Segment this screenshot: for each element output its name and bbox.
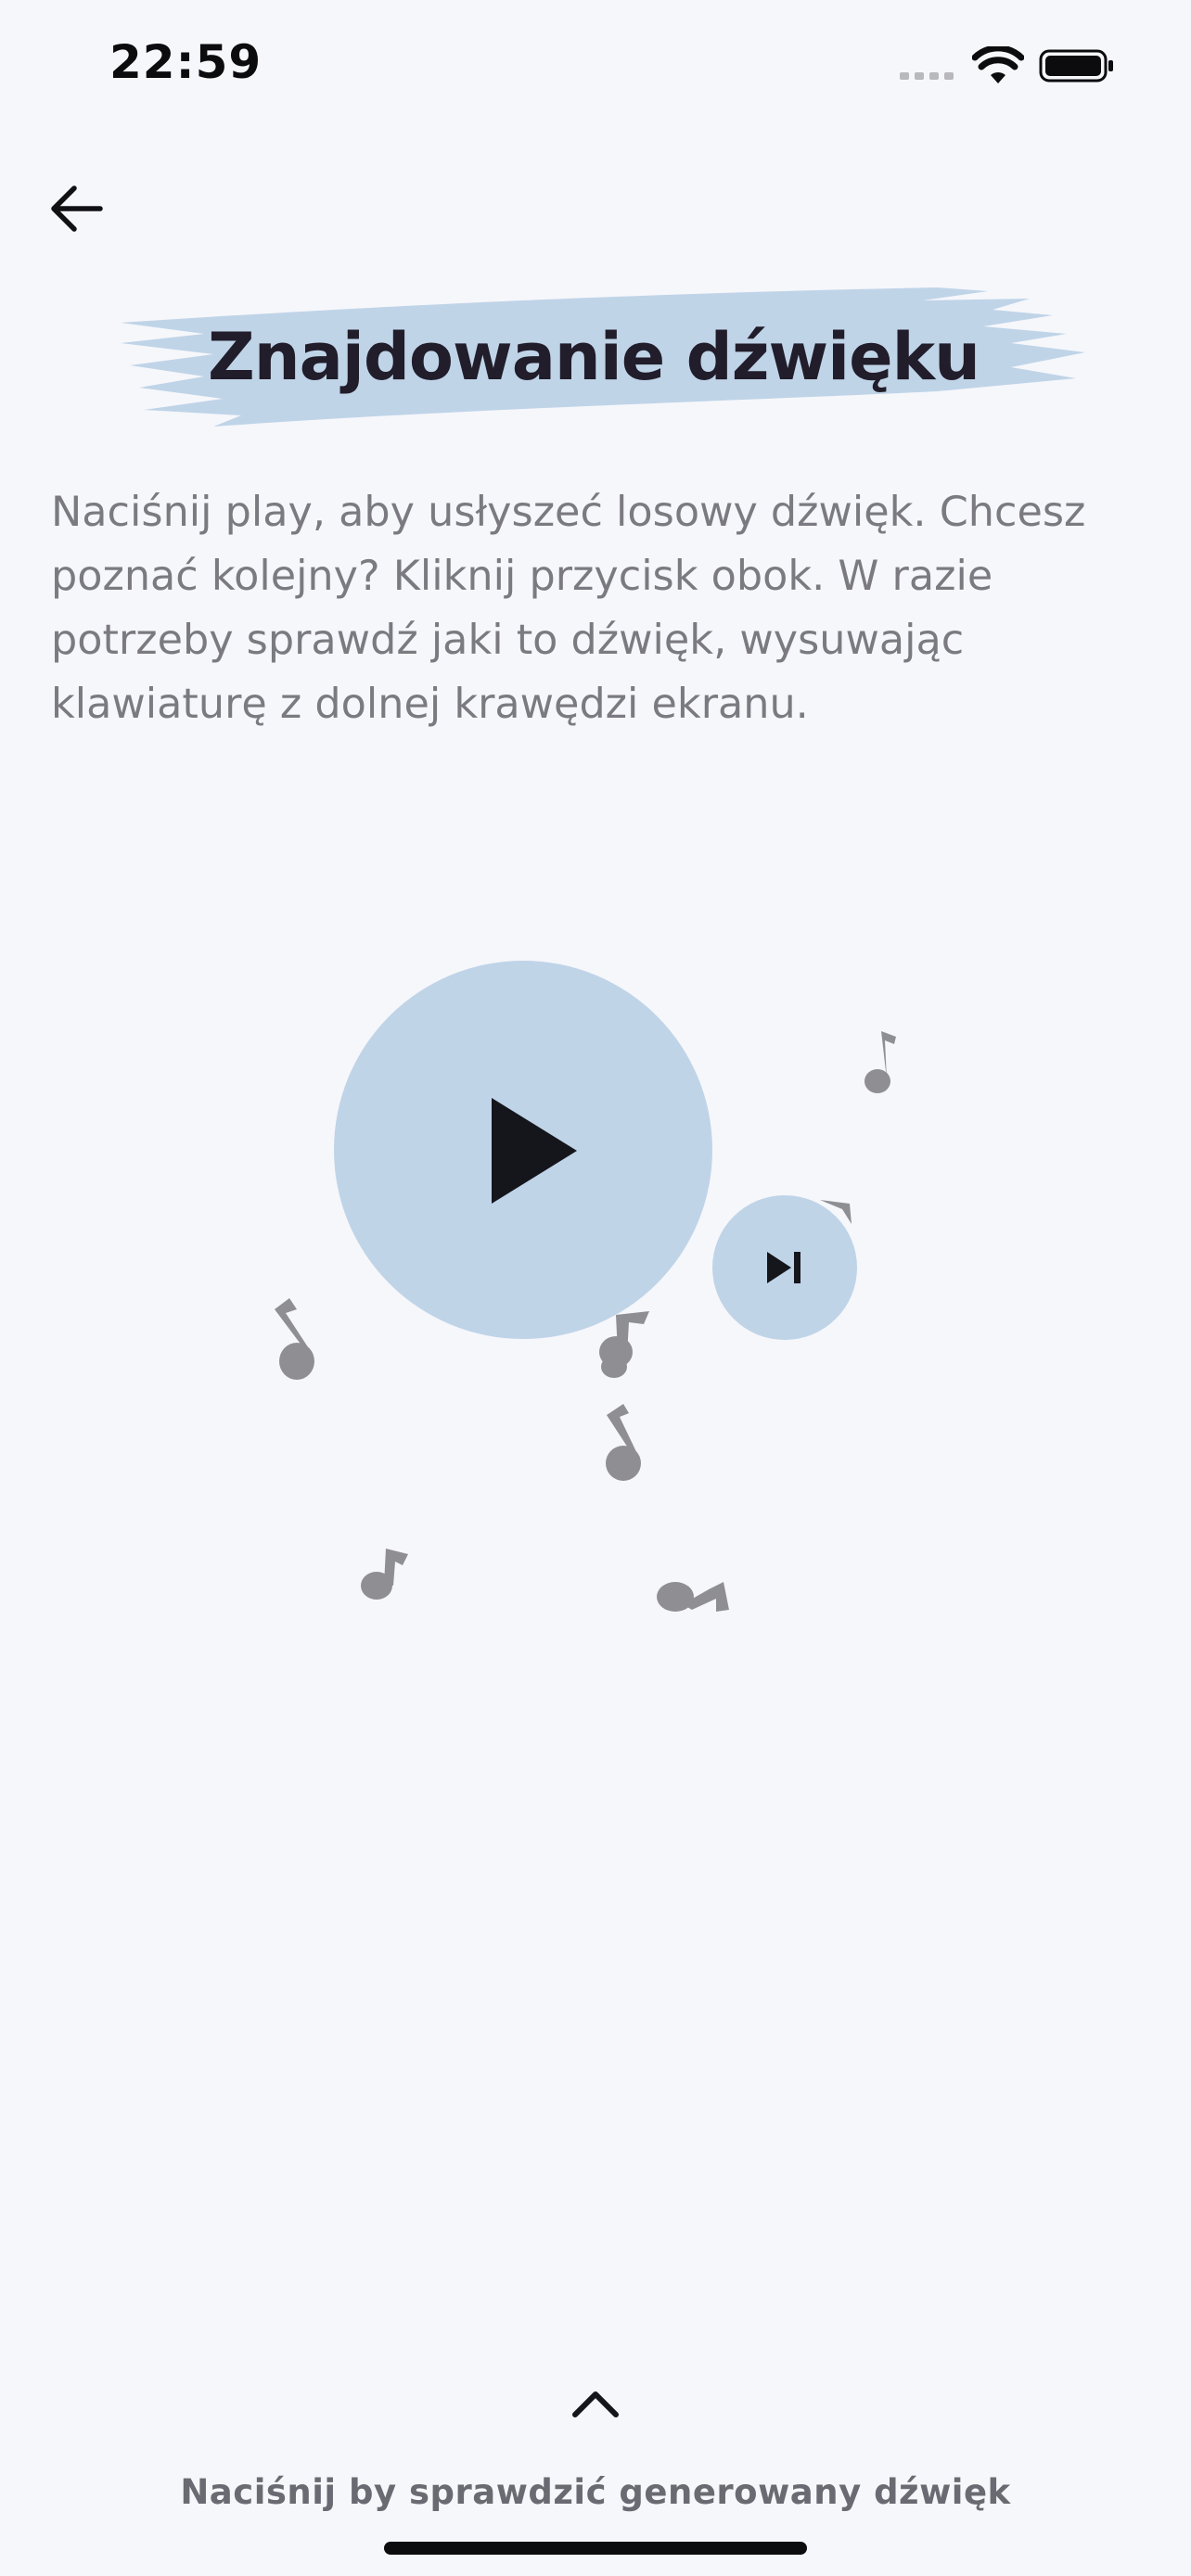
battery-icon (1039, 49, 1113, 83)
music-note-icon (655, 1573, 731, 1619)
music-note-icon (262, 1296, 323, 1382)
home-indicator[interactable] (384, 2542, 807, 2555)
next-sound-button[interactable] (712, 1195, 857, 1340)
arrow-left-icon (51, 185, 103, 232)
page-title-block: Znajdowanie dźwięku (102, 278, 1085, 436)
play-icon (492, 1098, 577, 1204)
instructions-text: Naciśnij play, aby usłyszeć losowy dźwię… (51, 489, 1086, 728)
back-button[interactable] (48, 181, 108, 236)
music-note-icon (358, 1545, 410, 1604)
cellular-signal-icon (900, 72, 954, 80)
wifi-icon (972, 46, 1024, 83)
music-note-icon (853, 1027, 900, 1098)
page-title: Znajdowanie dźwięku (208, 319, 980, 395)
chevron-up-icon[interactable] (570, 2387, 621, 2420)
status-time: 22:59 (109, 35, 263, 89)
skip-next-icon (767, 1252, 800, 1283)
play-button[interactable] (334, 961, 712, 1339)
music-note-icon (597, 1398, 647, 1484)
keyboard-drawer-hint[interactable]: Naciśnij by sprawdzić generowany dźwięk (0, 2472, 1191, 2512)
status-bar: 22:59 (0, 0, 1191, 139)
